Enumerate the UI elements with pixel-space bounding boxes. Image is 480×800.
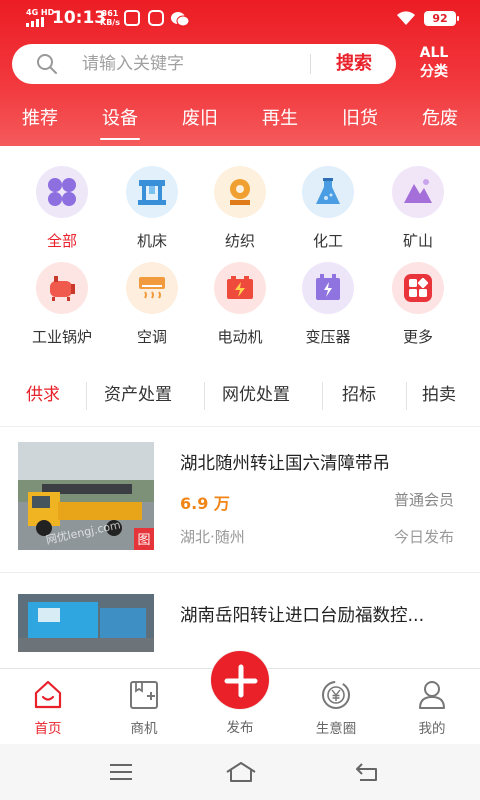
category-label: 机床: [136, 232, 167, 250]
filter-bar: 供求 资产处置 网优处置 招标 拍卖: [0, 376, 480, 416]
user-icon: [419, 681, 445, 709]
wechat-icon: [171, 12, 190, 27]
signal-icon: [26, 17, 44, 27]
tab-equipment[interactable]: 设备: [80, 100, 160, 142]
nav-label: 商机: [130, 721, 158, 737]
category-industrial-boiler[interactable]: 工业锅炉: [14, 262, 110, 347]
wifi-icon: [397, 11, 415, 25]
more-icon: [404, 274, 432, 302]
category-machine-tool[interactable]: 机床: [104, 166, 200, 251]
category-more[interactable]: 更多: [370, 262, 466, 347]
filter-asset-disposal[interactable]: 资产处置: [104, 376, 172, 416]
nav-business[interactable]: 商机: [96, 669, 192, 737]
machine-tool-icon: [138, 180, 166, 205]
message-app-icon: [124, 10, 140, 26]
search-bar[interactable]: 搜索: [12, 44, 396, 84]
textile-icon: [230, 179, 250, 205]
tab-recommend[interactable]: 推荐: [0, 100, 80, 142]
camera-app-icon: [148, 10, 164, 26]
category-label: 全部: [46, 232, 77, 250]
tab-scrap[interactable]: 废旧: [160, 100, 240, 142]
category-air-conditioner[interactable]: 空调: [104, 262, 200, 347]
image-badge: 图: [137, 533, 150, 548]
mountain-icon: [404, 179, 432, 203]
back-icon[interactable]: [354, 760, 380, 784]
tab-second-hand[interactable]: 旧货: [320, 100, 400, 142]
filter-auction[interactable]: 拍卖: [422, 376, 456, 416]
search-icon: [37, 54, 57, 74]
category-label: 更多: [402, 328, 433, 346]
category-all[interactable]: 全部: [14, 166, 110, 251]
search-button[interactable]: 搜索: [312, 44, 396, 84]
battery-icon: [227, 276, 253, 299]
category-label: 变压器: [305, 328, 351, 346]
header: 4G HD 10:13 361 KB/s 92 搜索 ALL 分类 推荐: [0, 0, 480, 146]
menu-icon[interactable]: [108, 760, 134, 784]
listing-posted-time: 今日发布: [393, 528, 454, 546]
listing-item[interactable]: 图 网优lengj.com 湖北随州转让国六清障带吊 6.9 万 普通会员 湖北…: [0, 440, 480, 570]
clock: 10:13: [52, 8, 107, 28]
listing-price: 6.9 万: [180, 494, 230, 513]
member-level: 普通会员: [393, 491, 454, 509]
tab-hazardous-waste[interactable]: 危废: [400, 100, 480, 142]
plus-icon: [224, 664, 258, 698]
nav-label: 首页: [34, 721, 62, 737]
listing-title: 湖北随州转让国六清障带吊: [180, 454, 390, 474]
status-bar: 4G HD 10:13 361 KB/s 92: [0, 0, 480, 38]
network-type: 4G HD: [26, 8, 55, 17]
category-label: 电动机: [217, 328, 263, 346]
system-nav-bar: [0, 744, 480, 800]
publish-label: 发布: [226, 720, 254, 736]
category-textile[interactable]: 纺织: [192, 166, 288, 251]
nav-home[interactable]: 首页: [0, 669, 96, 737]
filter-wangyou-disposal[interactable]: 网优处置: [222, 376, 290, 416]
nav-business-circle[interactable]: 生意圈: [288, 669, 384, 737]
category-label: 空调: [136, 328, 167, 346]
publish-button[interactable]: [210, 650, 270, 710]
nav-label: 生意圈: [315, 721, 357, 737]
category-label: 矿山: [402, 232, 433, 250]
home-nav-icon[interactable]: [224, 760, 258, 784]
listing-location: 湖北·随州: [180, 528, 245, 546]
filter-tender[interactable]: 招标: [342, 376, 376, 416]
listing-thumbnail: [18, 594, 154, 652]
boiler-icon: [50, 276, 75, 301]
all-categories-button[interactable]: ALL 分类: [404, 44, 464, 84]
category-mining[interactable]: 矿山: [370, 166, 466, 251]
business-icon: [130, 681, 158, 709]
transformer-icon: [316, 274, 340, 300]
air-conditioner-icon: [139, 277, 165, 299]
category-label: 纺织: [224, 232, 255, 250]
category-tabs: 推荐 设备 废旧 再生 旧货 危废: [0, 100, 480, 142]
category-label: 化工: [312, 232, 343, 250]
search-input[interactable]: [82, 50, 302, 78]
grid-icon: [48, 178, 76, 206]
category-transformer[interactable]: 变压器: [280, 262, 376, 347]
battery-indicator: 92: [424, 11, 459, 26]
search-divider: [310, 54, 311, 74]
filter-supply-demand[interactable]: 供求: [26, 376, 60, 416]
listing-thumbnail: 图 网优lengj.com: [18, 442, 154, 550]
flask-icon: [316, 178, 340, 204]
category-electric-motor[interactable]: 电动机: [192, 262, 288, 347]
home-icon: [34, 680, 62, 709]
coin-icon: [322, 681, 350, 709]
cnc-machine-photo: [18, 594, 154, 652]
category-label: 工业锅炉: [31, 328, 92, 346]
category-chemical[interactable]: 化工: [280, 166, 376, 251]
network-speed: 361 KB/s: [100, 9, 120, 27]
nav-label: 我的: [418, 721, 446, 737]
listing-title: 湖南岳阳转让进口台励福数控...: [180, 606, 425, 626]
tow-truck-photo: 图 网优lengj.com: [18, 442, 154, 550]
tab-recycled[interactable]: 再生: [240, 100, 320, 142]
nav-me[interactable]: 我的: [384, 669, 480, 737]
